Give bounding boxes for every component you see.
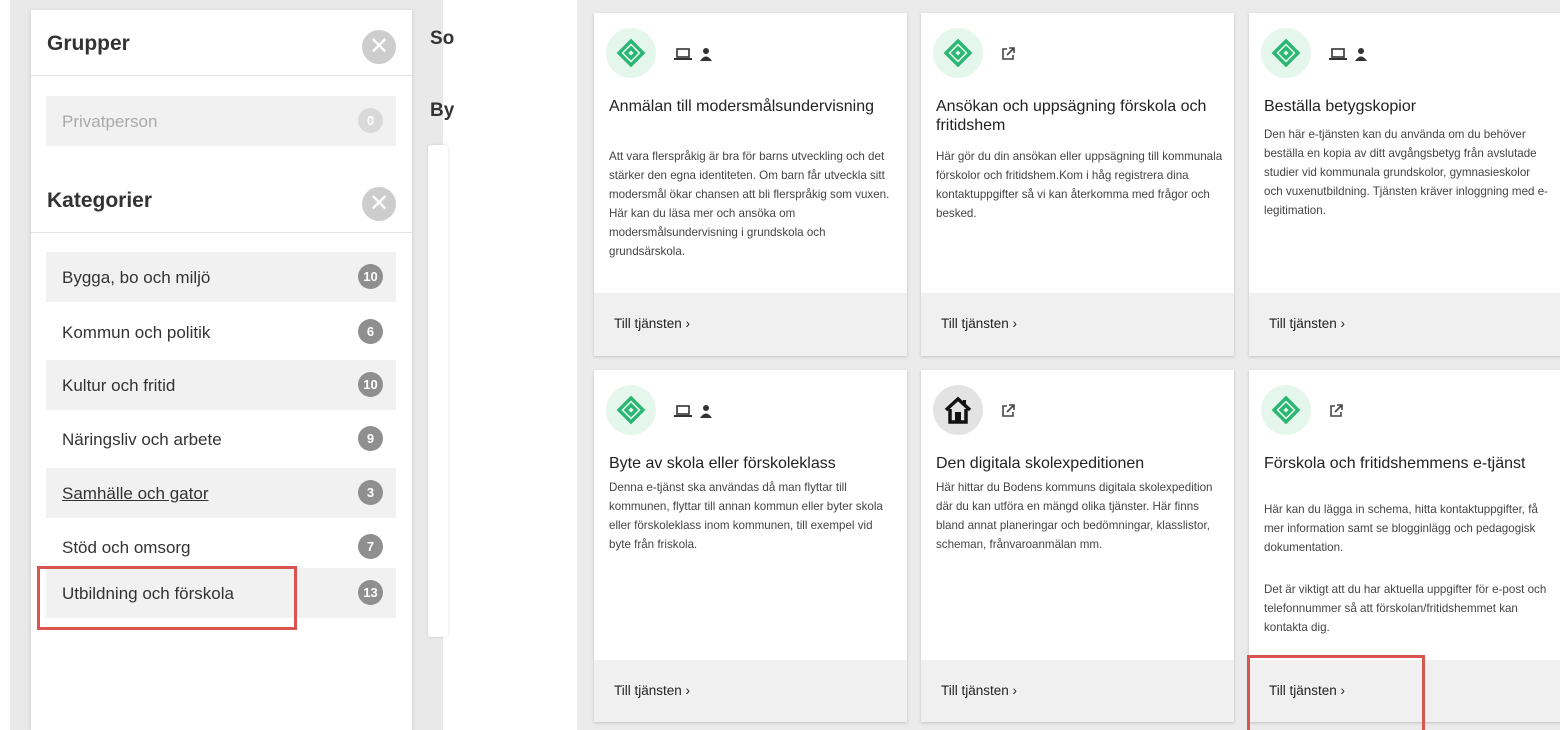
service-footer: Till tjänsten › <box>921 660 1234 722</box>
diamond-logo-icon <box>616 395 646 425</box>
service-footer: Till tjänsten › <box>594 660 907 722</box>
service-description: Här hittar du Bodens kommuns digitala sk… <box>936 481 1213 551</box>
service-description: Här kan du lägga in schema, hitta kontak… <box>1264 503 1538 554</box>
diamond-logo-icon <box>616 38 646 68</box>
categories-header: Kategorier ✕ <box>31 167 412 233</box>
count-badge: 13 <box>358 580 383 605</box>
service-title: Ansökan och uppsägning förskola och frit… <box>936 98 1207 134</box>
service-footer: Till tjänsten › <box>921 293 1234 356</box>
person-icon <box>700 47 713 61</box>
highlight-box <box>1247 655 1425 730</box>
service-description: Den här e-tjänsten kan du använda om du … <box>1264 128 1549 217</box>
service-footer: Till tjänsten › <box>594 293 907 356</box>
count-badge: 6 <box>358 319 383 344</box>
count-badge: 9 <box>358 426 383 451</box>
service-description-extra: Det är viktigt att du har aktuella uppgi… <box>1264 583 1547 634</box>
service-card: Anmälan till modersmålsundervisning Att … <box>594 13 907 356</box>
till-tjansten-link[interactable]: Till tjänsten › <box>941 683 1017 698</box>
group-item-privatperson[interactable]: Privatperson 0 <box>46 96 396 146</box>
category-item-bygga[interactable]: Bygga, bo och miljö 10 <box>46 252 396 302</box>
groups-header: Grupper ✕ <box>31 10 412 76</box>
category-item-label: Kultur och fritid <box>62 376 176 395</box>
count-badge: 7 <box>358 534 383 559</box>
person-icon <box>700 404 713 418</box>
service-card: Byte av skola eller förskoleklass Denna … <box>594 370 907 722</box>
service-description: Denna e-tjänst ska användas då man flytt… <box>609 481 883 551</box>
category-item-kultur[interactable]: Kultur och fritid 10 <box>46 360 396 410</box>
service-title: Den digitala skolexpeditionen <box>936 455 1145 472</box>
category-item-label: Näringsliv och arbete <box>62 430 222 449</box>
external-link-icon <box>1330 403 1343 417</box>
category-item-label: Samhälle och gator <box>62 484 209 503</box>
category-item-label: Bygga, bo och miljö <box>62 268 211 287</box>
service-title: Beställa betygskopior <box>1264 98 1417 115</box>
external-link-icon <box>1002 46 1015 60</box>
service-card: Den digitala skolexpeditionen Här hittar… <box>921 370 1234 722</box>
till-tjansten-link[interactable]: Till tjänsten › <box>941 316 1017 331</box>
category-item-label: Kommun och politik <box>62 323 211 342</box>
background-subheading: By <box>430 100 455 121</box>
till-tjansten-link[interactable]: Till tjänsten › <box>1269 316 1345 331</box>
service-meta <box>1001 45 1019 63</box>
service-title: Anmälan till modersmålsundervisning <box>609 98 875 115</box>
background-heading: So <box>430 28 455 49</box>
external-link-icon <box>1002 403 1015 417</box>
service-card: Beställa betygskopior Den här e-tjänsten… <box>1249 13 1560 356</box>
service-title: Förskola och fritidshemmens e-tjänst <box>1264 455 1526 472</box>
category-item-samhalle[interactable]: Samhälle och gator 3 <box>46 468 396 518</box>
diamond-logo-icon <box>1271 38 1301 68</box>
service-meta <box>674 45 716 63</box>
service-description: Här gör du din ansökan eller uppsägning … <box>936 150 1223 220</box>
laptop-icon <box>1329 47 1347 60</box>
service-logo <box>1261 385 1311 435</box>
laptop-icon <box>674 47 692 60</box>
category-item-stod[interactable]: Stöd och omsorg 7 <box>46 522 396 572</box>
count-badge: 0 <box>358 108 383 133</box>
close-icon: ✕ <box>368 190 390 217</box>
service-card: Ansökan och uppsägning förskola och frit… <box>921 13 1234 356</box>
categories-title: Kategorier <box>47 189 153 212</box>
count-badge: 10 <box>358 264 383 289</box>
category-item-label: Stöd och omsorg <box>62 538 191 557</box>
service-footer: Till tjänsten › <box>1249 293 1560 356</box>
service-logo <box>1261 28 1311 78</box>
laptop-icon <box>674 404 692 417</box>
categories-close-button[interactable]: ✕ <box>362 187 396 221</box>
close-icon: ✕ <box>368 33 390 60</box>
house-icon <box>944 396 972 424</box>
service-logo <box>933 385 983 435</box>
diamond-logo-icon <box>1271 395 1301 425</box>
groups-close-button[interactable]: ✕ <box>362 30 396 64</box>
count-badge: 3 <box>358 480 383 505</box>
category-item-naringsliv[interactable]: Näringsliv och arbete 9 <box>46 414 396 464</box>
service-logo <box>933 28 983 78</box>
highlight-box <box>37 566 297 630</box>
service-title: Byte av skola eller förskoleklass <box>609 455 836 472</box>
count-badge: 10 <box>358 372 383 397</box>
service-meta <box>674 402 716 420</box>
person-icon <box>1355 47 1368 61</box>
diamond-logo-icon <box>943 38 973 68</box>
group-item-label: Privatperson <box>62 112 158 131</box>
service-meta <box>1329 402 1347 420</box>
service-logo <box>606 28 656 78</box>
service-description: Att vara flerspråkig är bra för barns ut… <box>609 150 890 258</box>
service-logo <box>606 385 656 435</box>
service-meta <box>1329 45 1371 63</box>
till-tjansten-link[interactable]: Till tjänsten › <box>614 683 690 698</box>
service-meta <box>1001 402 1019 420</box>
till-tjansten-link[interactable]: Till tjänsten › <box>614 316 690 331</box>
background-card <box>428 145 448 637</box>
category-item-kommun[interactable]: Kommun och politik 6 <box>46 307 396 357</box>
groups-title: Grupper <box>47 32 130 55</box>
